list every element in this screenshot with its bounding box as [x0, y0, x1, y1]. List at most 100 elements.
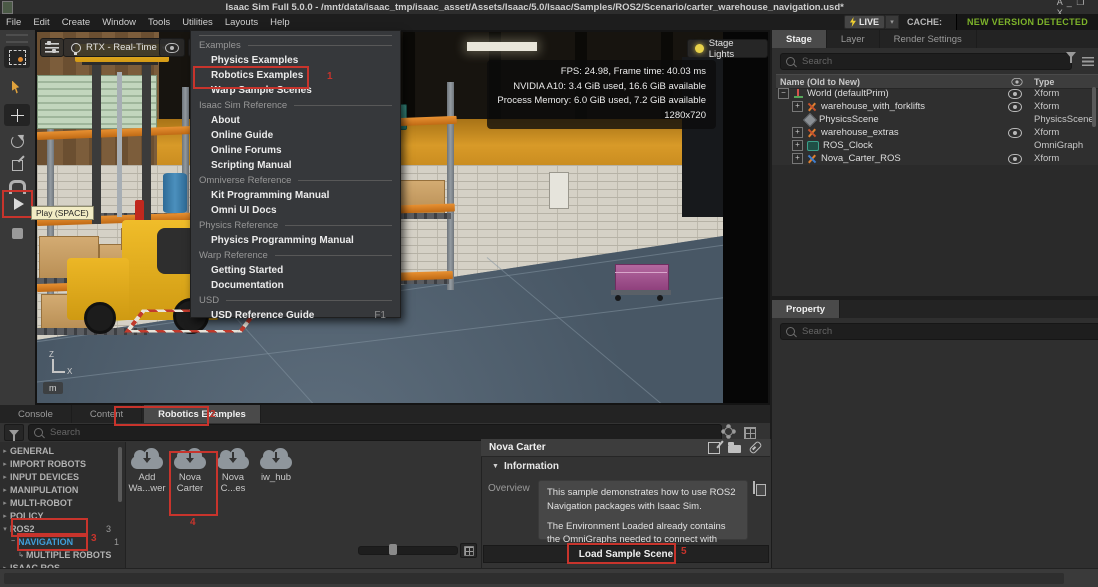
restore-button[interactable]: ❐ — [1076, 0, 1085, 7]
menu-layouts[interactable]: Layouts — [219, 17, 264, 28]
information-section-header[interactable]: ▼ Information — [492, 461, 559, 472]
live-dropdown-button[interactable]: ▾ — [885, 15, 899, 29]
menu-item-scripting-manual[interactable]: Scripting Manual — [191, 158, 400, 173]
folder-icon[interactable] — [728, 445, 741, 453]
menu-window[interactable]: Window — [96, 17, 142, 28]
category-general[interactable]: ▸GENERAL — [0, 444, 125, 457]
annotation-box-1 — [193, 66, 309, 89]
caret-icon: ▾ — [0, 525, 10, 533]
tab-render-settings[interactable]: Render Settings — [880, 30, 977, 48]
viewport-settings-button[interactable] — [40, 38, 64, 57]
cart-purple-boxes — [615, 264, 669, 292]
stage-search[interactable] — [780, 53, 1072, 70]
move-tool-button[interactable] — [4, 104, 30, 126]
menu-help[interactable]: Help — [264, 17, 296, 28]
axis-x-line — [52, 371, 65, 373]
menu-item-getting-started[interactable]: Getting Started — [191, 263, 400, 278]
stage-scrollbar[interactable] — [1092, 87, 1096, 127]
edit-icon[interactable] — [708, 442, 720, 454]
expand-icon[interactable]: + — [792, 153, 803, 164]
menu-item-about[interactable]: About — [191, 113, 400, 128]
stage-row-world[interactable]: − World (defaultPrim) Xform — [772, 87, 1098, 100]
grid-view-icon[interactable] — [744, 427, 756, 439]
category-import-robots[interactable]: ▸IMPORT ROBOTS — [0, 457, 125, 470]
stage-row-warehouse-with-forklifts[interactable]: + warehouse_with_forklifts Xform — [772, 100, 1098, 113]
stats-gpu: NVIDIA A10: 3.4 GiB used, 16.6 GiB avail… — [497, 80, 706, 95]
visibility-icon[interactable] — [1008, 89, 1022, 99]
menu-item-documentation[interactable]: Documentation — [191, 278, 400, 293]
copy-icon[interactable] — [753, 481, 755, 494]
toolbar-grip[interactable] — [6, 34, 28, 43]
category-scrollbar[interactable] — [118, 447, 122, 502]
card-size-slider[interactable] — [358, 546, 458, 555]
menu-item-physics-programming-manual[interactable]: Physics Programming Manual — [191, 233, 400, 248]
sample-card-add-wheeled-robot[interactable]: Add Wa...wer — [125, 447, 169, 494]
property-search-input[interactable] — [800, 325, 1094, 338]
menu-item-omni-ui-docs[interactable]: Omni UI Docs — [191, 203, 400, 218]
visibility-icon[interactable] — [1008, 102, 1022, 112]
app-icon — [2, 1, 13, 14]
visibility-icon[interactable] — [1008, 154, 1022, 164]
menu-create[interactable]: Create — [56, 17, 97, 28]
link-icon[interactable] — [748, 440, 762, 454]
rotate-tool-button[interactable] — [4, 130, 30, 152]
select-mode-button[interactable] — [4, 46, 30, 68]
stage-row-physicsscene[interactable]: PhysicsScene PhysicsScene — [772, 113, 1098, 126]
options-icon[interactable] — [1082, 57, 1094, 66]
category-isaac-ros[interactable]: ▸ISAAC ROS — [0, 561, 125, 568]
category-manipulation[interactable]: ▸MANIPULATION — [0, 483, 125, 496]
isaac-sim-window: Isaac Sim Full 5.0.0 - /mnt/data/isaac_t… — [0, 0, 1098, 587]
expand-icon[interactable]: + — [792, 127, 803, 138]
stage-row-nova-carter-ros[interactable]: + Nova_Carter_ROS Xform — [772, 152, 1098, 165]
grid-size-button[interactable] — [460, 543, 477, 558]
category-input-devices[interactable]: ▸INPUT DEVICES — [0, 470, 125, 483]
browser-search-input[interactable] — [48, 426, 716, 439]
viewport-letterbox — [723, 32, 768, 403]
collapse-icon[interactable]: − — [778, 88, 789, 99]
menu-file[interactable]: File — [0, 17, 27, 28]
lightning-icon — [850, 17, 856, 27]
select-tool-button[interactable] — [4, 76, 30, 98]
tab-property[interactable]: Property — [772, 300, 840, 318]
tab-stage[interactable]: Stage — [772, 30, 827, 48]
menu-item-online-forums[interactable]: Online Forums — [191, 143, 400, 158]
menu-item-usd-reference-guide[interactable]: USD Reference GuideF1 — [191, 308, 400, 323]
search-icon — [786, 57, 795, 66]
gear-icon[interactable] — [724, 427, 733, 436]
stop-button[interactable] — [4, 222, 30, 244]
expand-icon[interactable]: + — [792, 101, 803, 112]
stage-lights-button[interactable]: Stage Lights — [687, 39, 768, 58]
filter-icon[interactable] — [1066, 52, 1076, 69]
font-size-button[interactable]: A — [1057, 0, 1064, 7]
overview-text[interactable]: This sample demonstrates how to use ROS2… — [538, 480, 748, 540]
cursor-icon — [12, 81, 22, 94]
new-version-banner[interactable]: NEW VERSION DETECTED — [956, 14, 1098, 30]
sample-card-iw-hub[interactable]: iw_hub — [254, 447, 298, 483]
minimize-button[interactable]: _ — [1067, 0, 1073, 7]
menu-item-online-guide[interactable]: Online Guide — [191, 128, 400, 143]
tab-layer[interactable]: Layer — [827, 30, 880, 48]
renderer-selector[interactable]: RTX - Real-Time ▾ — [63, 38, 173, 57]
menu-item-kit-programming-manual[interactable]: Kit Programming Manual — [191, 188, 400, 203]
category-multi-robot[interactable]: ▸MULTI-ROBOT — [0, 496, 125, 509]
live-sync-button[interactable]: LIVE — [844, 15, 885, 29]
right-panel: Stage Layer Render Settings Name (Old to… — [770, 30, 1098, 568]
shortcut-label: F1 — [374, 310, 386, 321]
visibility-icon[interactable] — [1008, 128, 1022, 138]
menu-tools[interactable]: Tools — [142, 17, 176, 28]
scale-tool-button[interactable] — [4, 154, 30, 176]
slider-handle[interactable] — [389, 544, 397, 555]
menu-edit[interactable]: Edit — [27, 17, 55, 28]
visibility-menu-button[interactable] — [159, 38, 185, 57]
property-search[interactable] — [780, 323, 1098, 340]
viewport-3d-scene[interactable]: RTX - Real-Time ▾ Stage Lights FPS: 24.9… — [35, 30, 770, 405]
menu-utilities[interactable]: Utilities — [176, 17, 219, 28]
bulb-icon — [71, 43, 81, 53]
expand-icon[interactable]: + — [792, 140, 803, 151]
axis-gizmo[interactable]: Z X — [47, 350, 77, 380]
stage-search-input[interactable] — [800, 55, 1066, 68]
stage-row-ros-clock[interactable]: + ROS_Clock OmniGraph — [772, 139, 1098, 152]
stage-row-warehouse-extras[interactable]: + warehouse_extras Xform — [772, 126, 1098, 139]
filter-tree-button[interactable] — [4, 424, 24, 441]
tab-console[interactable]: Console — [0, 405, 72, 423]
